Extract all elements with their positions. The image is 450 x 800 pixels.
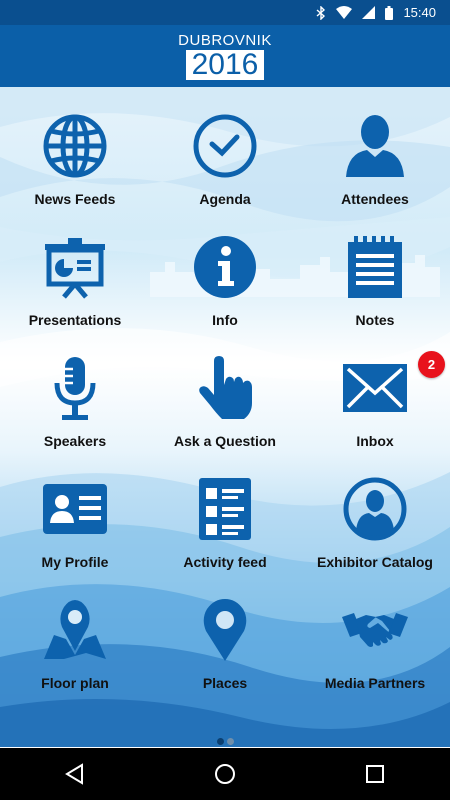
notepad-icon (340, 232, 410, 302)
status-bar: 15:40 (0, 0, 450, 25)
handshake-icon (340, 595, 410, 665)
home-icon (215, 764, 235, 784)
menu-item-news-feeds[interactable]: News Feeds (0, 87, 150, 208)
menu-item-inbox[interactable]: Inbox (300, 329, 450, 450)
page-dot-active[interactable] (216, 737, 224, 745)
menu-item-label: Ask a Question (174, 433, 276, 449)
recents-icon (366, 765, 384, 783)
logo-city: DUBROVNIK (178, 31, 272, 49)
globe-icon (40, 111, 110, 181)
app-header: DUBROVNIK 2016 (0, 25, 450, 87)
system-navigation-bar (0, 748, 450, 800)
recents-button[interactable] (345, 748, 405, 800)
page-indicator (0, 735, 450, 747)
logo-year: 2016 (185, 49, 265, 80)
home-button[interactable] (195, 748, 255, 800)
id-card-icon (40, 474, 110, 544)
location-pin-icon (190, 595, 260, 665)
menu-item-label: Floor plan (41, 675, 109, 691)
menu-item-my-profile[interactable]: My Profile (0, 450, 150, 571)
back-icon (65, 763, 83, 785)
person-circle-icon (340, 474, 410, 544)
menu-item-label: Speakers (43, 433, 107, 449)
menu-item-agenda[interactable]: Agenda (150, 87, 300, 208)
menu-item-label: Attendees (341, 191, 409, 207)
envelope-icon (340, 353, 410, 423)
menu-item-attendees[interactable]: Attendees (300, 87, 450, 208)
battery-icon (385, 5, 394, 20)
menu-item-floor-plan[interactable]: Floor plan (0, 571, 150, 692)
menu-item-info[interactable]: Info (150, 208, 300, 329)
activity-list-icon (190, 474, 260, 544)
status-time: 15:40 (403, 5, 436, 20)
clock-icon (190, 111, 260, 181)
page-dot[interactable] (226, 737, 234, 745)
menu-item-label: Inbox (356, 433, 394, 449)
menu-item-activity-feed[interactable]: Activity feed (150, 450, 300, 571)
menu-item-label: Exhibitor Catalog (317, 554, 433, 570)
menu-item-label: Activity feed (183, 554, 267, 570)
menu-item-ask-a-question[interactable]: Ask a Question (150, 329, 300, 450)
menu-item-label: Info (212, 312, 238, 328)
microphone-icon (40, 353, 110, 423)
event-logo: DUBROVNIK 2016 (178, 31, 272, 80)
wifi-icon (336, 6, 353, 19)
menu-item-label: News Feeds (34, 191, 116, 207)
menu-item-label: My Profile (41, 554, 109, 570)
menu-item-places[interactable]: Places (150, 571, 300, 692)
menu-item-media-partners[interactable]: Media Partners (300, 571, 450, 692)
menu-item-label: Media Partners (324, 675, 426, 691)
menu-item-presentations[interactable]: Presentations (0, 208, 150, 329)
bluetooth-icon (316, 5, 326, 20)
pointing-hand-icon (190, 353, 260, 423)
menu-item-exhibitor-catalog[interactable]: Exhibitor Catalog (300, 450, 450, 571)
menu-item-speakers[interactable]: Speakers (0, 329, 150, 450)
info-icon (190, 232, 260, 302)
menu-item-label: Places (202, 675, 248, 691)
back-button[interactable] (45, 748, 105, 800)
presentation-board-icon (40, 232, 110, 302)
menu-item-label: Agenda (199, 191, 251, 207)
signal-icon (362, 6, 376, 19)
dashboard: News Feeds Agenda Attendees Presentation… (0, 87, 450, 747)
map-pin-icon (40, 595, 110, 665)
menu-item-label: Presentations (28, 312, 122, 328)
inbox-unread-badge: 2 (418, 351, 445, 378)
menu-item-label: Notes (355, 312, 395, 328)
menu-item-notes[interactable]: Notes (300, 208, 450, 329)
person-icon (340, 111, 410, 181)
